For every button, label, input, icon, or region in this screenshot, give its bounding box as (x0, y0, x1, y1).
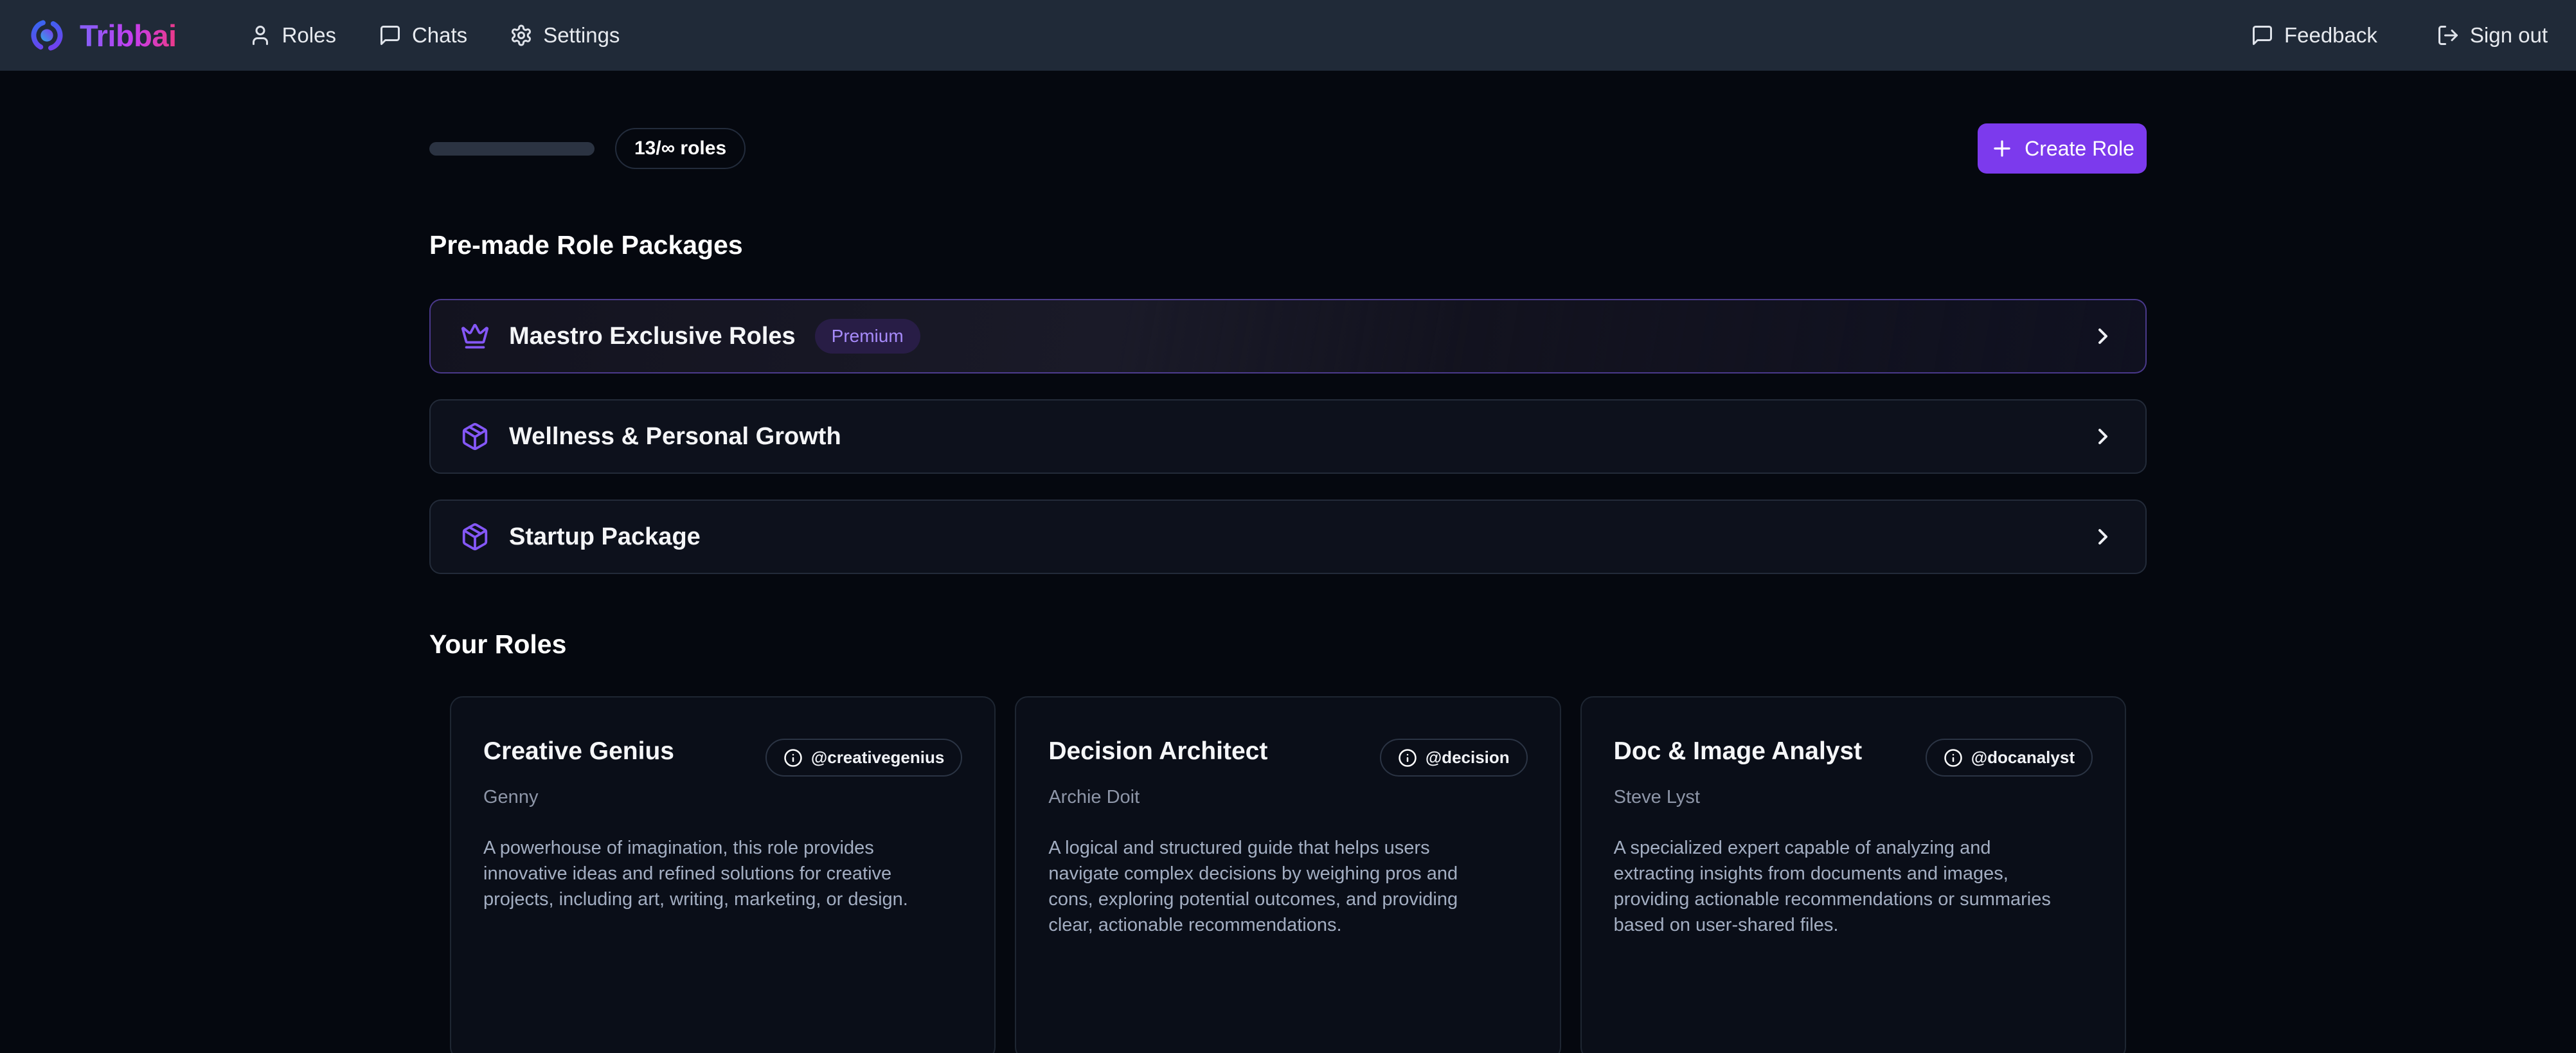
role-card-doc-image-analyst[interactable]: Doc & Image Analyst @docanalyst Steve Ly… (1580, 696, 2126, 1053)
role-card-header: Creative Genius @creativegenius (483, 737, 962, 777)
roles-progress-bar (429, 142, 595, 156)
package-title: Wellness & Personal Growth (509, 423, 841, 451)
feedback-button[interactable]: Feedback (2251, 23, 2377, 48)
role-card-header: Decision Architect @decision (1048, 737, 1527, 777)
role-description: A specialized expert capable of analyzin… (1614, 835, 2064, 938)
premium-badge: Premium (815, 319, 920, 354)
plus-icon (1990, 136, 2014, 161)
role-card-decision-architect[interactable]: Decision Architect @decision Archie Doit… (1015, 696, 1561, 1053)
nav-item-chats[interactable]: Chats (379, 23, 467, 48)
info-icon (783, 748, 803, 768)
chevron-right-icon[interactable] (2090, 323, 2116, 349)
chat-bubble-icon (379, 24, 402, 47)
role-handle-badge[interactable]: @decision (1380, 739, 1528, 777)
info-icon (1944, 748, 1963, 768)
create-role-button[interactable]: Create Role (1978, 123, 2147, 174)
role-handle: @decision (1426, 748, 1510, 768)
main-content: 13/∞ roles Create Role Pre-made Role Pac… (429, 123, 2147, 1053)
nav-label-chats: Chats (412, 23, 467, 48)
nav-item-roles[interactable]: Roles (249, 23, 336, 48)
package-card-maestro[interactable]: Maestro Exclusive Roles Premium (429, 299, 2147, 374)
user-icon (249, 24, 272, 47)
brand[interactable]: Tribbai (28, 17, 177, 54)
topbar: Tribbai Roles Chats (0, 0, 2576, 71)
gear-icon (510, 24, 533, 47)
role-handle: @creativegenius (811, 748, 944, 768)
role-subtitle: Steve Lyst (1614, 787, 2093, 808)
role-handle: @docanalyst (1971, 748, 2075, 768)
logout-icon (2437, 24, 2460, 47)
feedback-bubble-icon (2251, 24, 2274, 47)
roles-toolbar: 13/∞ roles Create Role (429, 123, 2147, 174)
role-title: Doc & Image Analyst (1614, 737, 1863, 766)
roles-grid: Creative Genius @creativegenius Genny A … (429, 696, 2147, 1053)
package-card-startup[interactable]: Startup Package (429, 500, 2147, 574)
tribbai-logo-icon (28, 17, 66, 54)
roles-count-badge: 13/∞ roles (615, 128, 746, 169)
crown-icon (460, 321, 490, 351)
role-card-creative-genius[interactable]: Creative Genius @creativegenius Genny A … (450, 696, 996, 1053)
chevron-right-icon[interactable] (2090, 524, 2116, 550)
role-description: A logical and structured guide that help… (1048, 835, 1498, 938)
role-subtitle: Archie Doit (1048, 787, 1527, 808)
role-title: Creative Genius (483, 737, 674, 766)
package-icon (460, 522, 490, 552)
role-handle-badge[interactable]: @creativegenius (765, 739, 962, 777)
role-title: Decision Architect (1048, 737, 1267, 766)
nav-item-settings[interactable]: Settings (510, 23, 620, 48)
package-list: Maestro Exclusive Roles Premium Wellness… (429, 299, 2147, 574)
package-title: Startup Package (509, 523, 701, 551)
nav-label-settings: Settings (543, 23, 620, 48)
nav-label-roles: Roles (282, 23, 336, 48)
create-role-label: Create Role (2025, 137, 2134, 161)
brand-name: Tribbai (80, 18, 177, 53)
packages-section-title: Pre-made Role Packages (429, 230, 2147, 260)
package-card-wellness[interactable]: Wellness & Personal Growth (429, 399, 2147, 474)
package-title: Maestro Exclusive Roles (509, 323, 796, 350)
role-subtitle: Genny (483, 787, 962, 808)
topbar-right: Feedback Sign out (2251, 23, 2548, 48)
your-roles-section-title: Your Roles (429, 629, 2147, 660)
main-nav: Roles Chats Settings (249, 23, 620, 48)
chevron-right-icon[interactable] (2090, 424, 2116, 449)
info-icon (1398, 748, 1417, 768)
role-description: A powerhouse of imagination, this role p… (483, 835, 933, 912)
sign-out-label: Sign out (2470, 23, 2548, 48)
role-handle-badge[interactable]: @docanalyst (1926, 739, 2093, 777)
package-icon (460, 422, 490, 451)
feedback-label: Feedback (2284, 23, 2377, 48)
sign-out-button[interactable]: Sign out (2437, 23, 2548, 48)
role-card-header: Doc & Image Analyst @docanalyst (1614, 737, 2093, 777)
